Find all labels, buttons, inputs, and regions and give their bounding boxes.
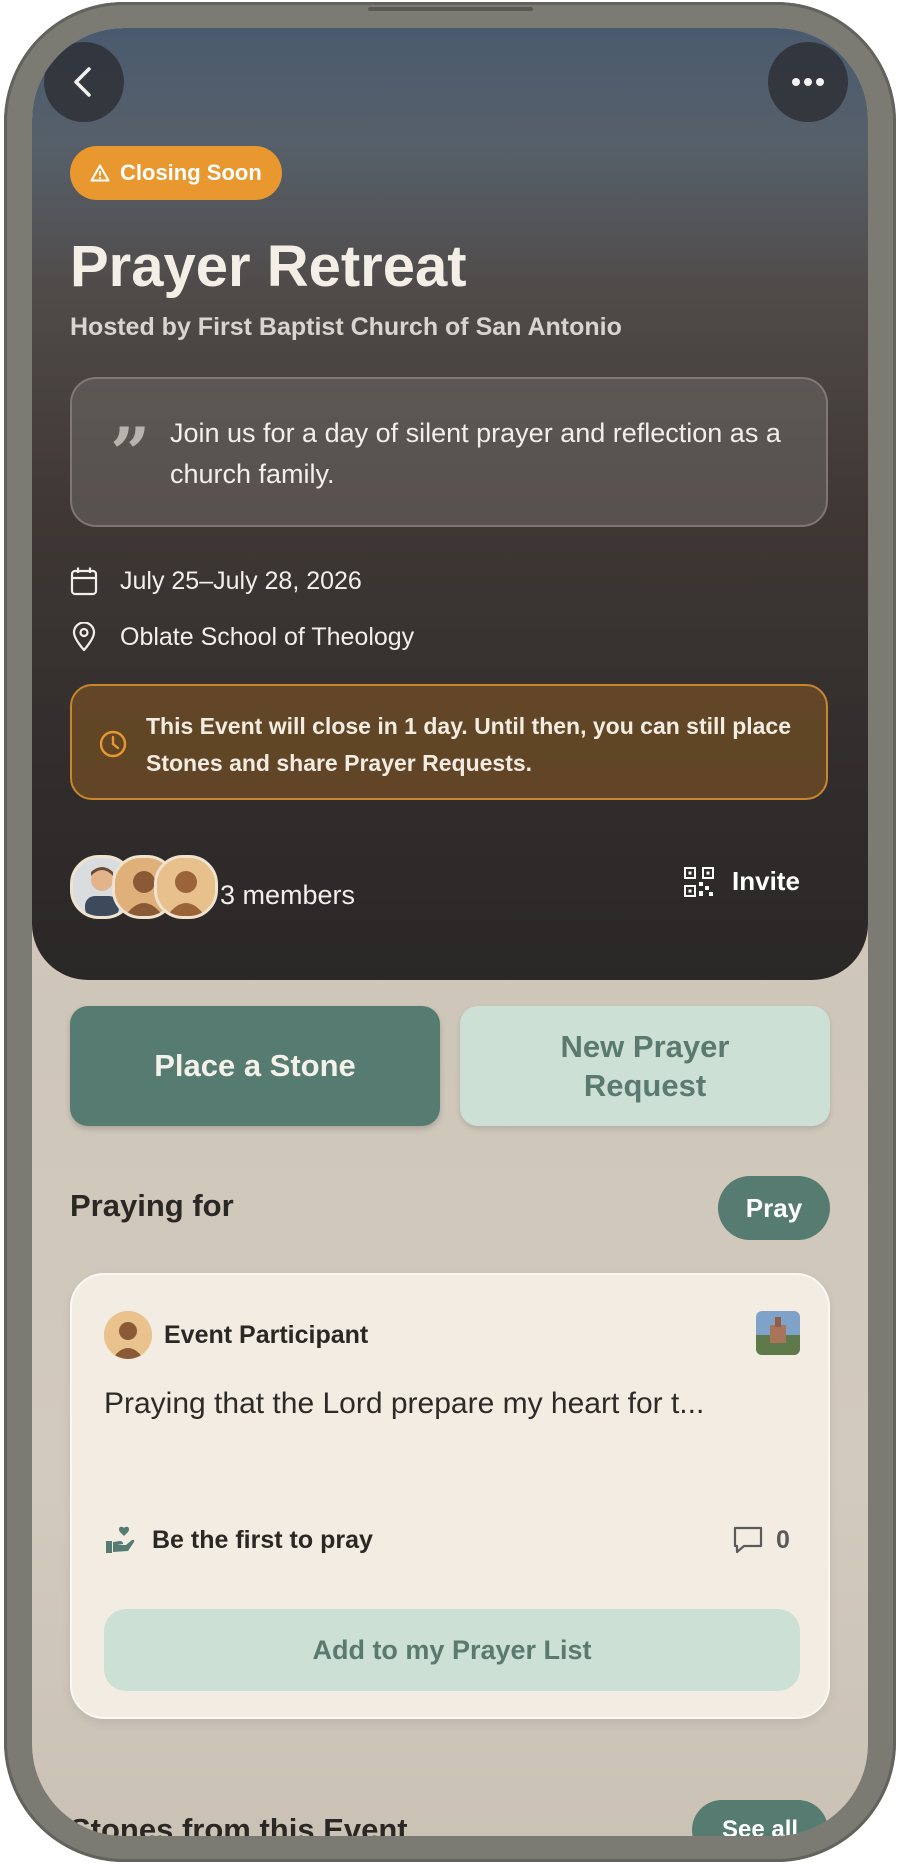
event-location: Oblate School of Theology: [120, 622, 415, 651]
invite-label: Invite: [732, 866, 800, 896]
new-request-label: New Prayer Request: [560, 1029, 730, 1103]
participant-avatar: [104, 1311, 152, 1359]
closing-notice-text: This Event will close in 1 day. Until th…: [146, 713, 792, 776]
prayer-request-text: Praying that the Lord prepare my heart f…: [104, 1387, 705, 1420]
more-options-button[interactable]: [768, 42, 848, 122]
back-button[interactable]: [44, 42, 124, 122]
chevron-left-icon: [74, 67, 91, 97]
speaker-slot: [368, 7, 533, 11]
quote-icon: ”: [110, 412, 151, 495]
warning-icon: [90, 164, 110, 182]
see-all-button[interactable]: See all: [692, 1800, 828, 1836]
stones-section-title: Stones from this Event: [70, 1812, 408, 1836]
add-to-prayer-list-button[interactable]: Add to my Prayer List: [104, 1609, 800, 1691]
location-pin-icon: [72, 622, 96, 652]
prayer-request-card[interactable]: Event Participant Praying that the Lord …: [70, 1273, 830, 1719]
praying-hand-heart-icon: [106, 1526, 135, 1553]
comments-button[interactable]: 0: [732, 1525, 790, 1555]
invite-button[interactable]: Invite: [684, 866, 800, 897]
person-avatar-icon: [104, 1311, 152, 1359]
closing-notice: This Event will close in 1 day. Until th…: [70, 684, 828, 800]
event-thumbnail[interactable]: [756, 1311, 800, 1355]
event-host: Hosted by First Baptist Church of San An…: [70, 313, 622, 341]
participant-name: Event Participant: [164, 1321, 369, 1349]
person-avatar-icon: [157, 858, 215, 916]
ellipsis-icon: [792, 78, 824, 86]
pray-status: Be the first to pray: [104, 1525, 373, 1555]
pray-status-label: Be the first to pray: [152, 1525, 373, 1554]
members-count[interactable]: 3 members: [220, 880, 355, 911]
church-photo-icon: [756, 1311, 800, 1355]
new-prayer-request-button[interactable]: New Prayer Request: [460, 1006, 830, 1126]
app-screen: Closing Soon Prayer Retreat Hosted by Fi…: [32, 28, 868, 1836]
closing-soon-badge: Closing Soon: [70, 146, 282, 200]
pray-button[interactable]: Pray: [718, 1176, 830, 1240]
event-description: ” Join us for a day of silent prayer and…: [70, 377, 828, 527]
member-avatar-3[interactable]: [154, 855, 218, 919]
praying-for-title: Praying for: [70, 1188, 234, 1223]
comment-icon: [733, 1526, 763, 1554]
event-title: Prayer Retreat: [70, 234, 467, 299]
description-text: Join us for a day of silent prayer and r…: [170, 418, 781, 489]
qr-code-icon: [684, 866, 714, 897]
place-stone-button[interactable]: Place a Stone: [70, 1006, 440, 1126]
badge-label: Closing Soon: [120, 160, 262, 185]
event-date-row: July 25–July 28, 2026: [70, 566, 362, 596]
event-location-row: Oblate School of Theology: [70, 622, 414, 652]
calendar-icon: [70, 567, 98, 596]
clock-icon: [99, 730, 127, 758]
event-date: July 25–July 28, 2026: [120, 566, 362, 595]
comment-count: 0: [776, 1525, 790, 1554]
event-header: Closing Soon Prayer Retreat Hosted by Fi…: [32, 28, 868, 980]
